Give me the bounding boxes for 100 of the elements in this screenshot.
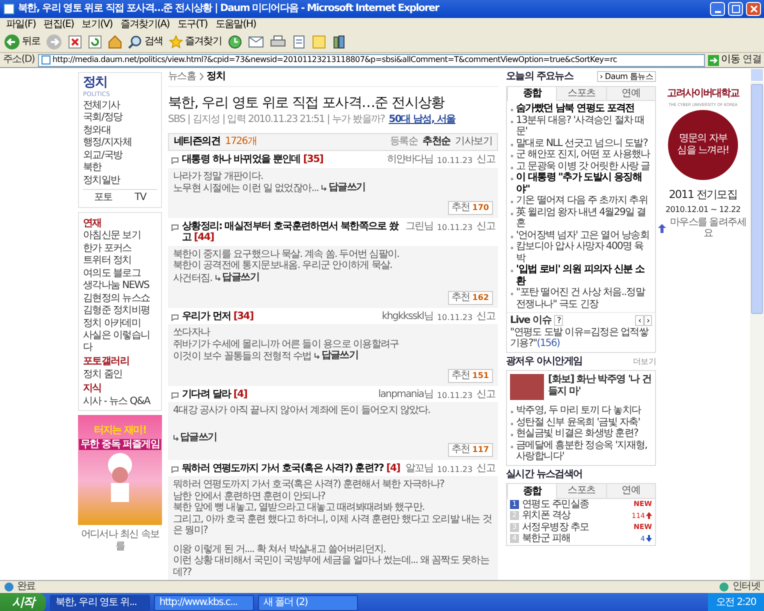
game-ad-banner[interactable]: 터지는 재미! 무한 중독 퍼즐게임 — [78, 415, 162, 526]
series-link[interactable]: 사실은 이렇습니다 — [83, 330, 157, 354]
address-field[interactable]: http://media.daum.net/politics/view.html?&cpid=73&newsid=20101123213118807&p=sbsi&allComment=T&commentViewOption=true&cSortKey=rc — [38, 54, 706, 66]
series-link[interactable]: 정치 아카데미 — [83, 318, 157, 330]
comment-author[interactable]: lanpmania님 — [378, 388, 433, 400]
reply-arrow-icon — [321, 184, 328, 191]
category-link[interactable]: 북한 — [83, 162, 157, 174]
comment-title[interactable]: 상황정리: 매실전부터 호국훈련하면서 북한쪽으로 쐈고 [44] — [182, 220, 402, 244]
reply-link[interactable]: 답글쓰기 — [314, 350, 358, 362]
comment-date: 10.11.23 — [436, 312, 473, 322]
comment-author[interactable]: 히얀바다님 — [386, 154, 433, 166]
menu-item[interactable]: 편집(E) — [44, 18, 74, 30]
article-link[interactable]: 기사보기 — [455, 136, 492, 148]
headline-link[interactable]: 고 문광욱 이병 갓 어릿한 사랑 글 — [510, 160, 652, 172]
back-button[interactable]: 뒤로 — [4, 34, 40, 50]
top-news-button[interactable]: › Daum 톱뉴스 — [596, 71, 656, 82]
comment-author[interactable]: khgkksskl님 — [382, 310, 433, 322]
search-term-link[interactable]: 연평도 주민실종 — [522, 498, 631, 510]
audience-link[interactable]: 50대 남성, 서울 — [388, 114, 456, 126]
series-link[interactable]: 한가 포커스 — [83, 242, 157, 254]
menu-item[interactable]: 도구(T) — [177, 18, 208, 30]
series-link[interactable]: 김형준 정치비평 — [83, 305, 157, 317]
favorites-button[interactable]: 즐겨찾기 — [168, 34, 222, 48]
search-term-link[interactable]: 서정우병장 추모 — [522, 522, 631, 533]
tab[interactable]: 연예 — [606, 86, 655, 101]
report-link[interactable]: 신고 — [476, 462, 495, 474]
help-button[interactable]: ? — [554, 315, 564, 326]
report-link[interactable]: 신고 — [476, 154, 495, 166]
refresh-button[interactable] — [88, 34, 102, 48]
print-button[interactable] — [270, 34, 286, 48]
live-issue-link[interactable]: "연평도 도발 이유=김정은 업적쌓기용?"(156) — [510, 326, 652, 350]
recommend-button[interactable]: 추천 117 — [448, 443, 493, 457]
sort-option[interactable]: 등록순 — [390, 136, 418, 148]
search-button[interactable]: 검색 — [128, 34, 163, 48]
category-link[interactable]: 청와대 — [83, 124, 157, 136]
category-link[interactable]: 행정/지자체 — [83, 137, 157, 149]
go-button[interactable]: 이동 — [708, 54, 740, 66]
tab[interactable]: 스포츠 — [556, 484, 606, 498]
series-link[interactable]: 생각나눔 NEWS — [83, 280, 157, 292]
links-label[interactable]: 연결 — [742, 54, 761, 66]
close-button[interactable] — [746, 2, 761, 16]
category-link[interactable]: 외교/국방 — [83, 150, 157, 162]
menu-item[interactable]: 파일(F) — [6, 18, 36, 30]
series-link[interactable]: 김현정의 뉴스쇼 — [83, 292, 157, 304]
recommend-button[interactable]: 추천 151 — [448, 369, 493, 383]
series-link[interactable]: 트위터 정치 — [83, 255, 157, 267]
comment-author[interactable]: 그린님 — [405, 220, 433, 232]
series-link[interactable]: 정치 줌인 — [83, 368, 157, 380]
tab[interactable]: 스포츠 — [556, 86, 606, 101]
mail-button[interactable] — [248, 36, 264, 48]
research-button[interactable] — [332, 34, 346, 48]
photo-caption[interactable]: [화보] 화난 박주영 '나 건들지 마' — [548, 374, 652, 400]
slogan-badge[interactable]: 명문의 자부심을 느껴라! — [668, 110, 738, 180]
menu-item[interactable]: 보기(V) — [82, 18, 112, 30]
more-link[interactable]: 더보기 — [632, 356, 656, 366]
category-link[interactable]: 전체기사 — [83, 100, 157, 112]
menu-item[interactable]: 도움말(H) — [215, 18, 256, 30]
reply-link[interactable]: 답글쓰기 — [215, 272, 259, 284]
recommend-button[interactable]: 추천 170 — [448, 201, 493, 215]
series-link[interactable]: 아침신문 보기 — [83, 230, 157, 242]
headline-link[interactable]: 군 해안포 진지, 어떤 포 사용했나 — [510, 149, 652, 160]
comment-text: 나라가 정말 개판이다. — [173, 170, 263, 182]
report-link[interactable]: 신고 — [476, 388, 495, 400]
breadcrumb-link[interactable]: 뉴스홈 — [168, 71, 196, 82]
comment-title[interactable]: 대통령 하나 바뀌었을 뿐인데 [35] — [182, 154, 323, 166]
comment-title[interactable]: 기다려 달라 [4] — [182, 388, 248, 400]
comment-text: 뭐하러 연평도까지 가서 호국(혹은 사격?) 훈련해서 북한 자극하나? — [173, 479, 444, 490]
start-button[interactable]: 시작 — [0, 593, 46, 611]
taskbar-button[interactable]: 새 폴더 (2) — [258, 595, 358, 611]
category-link[interactable]: 정치일반 — [83, 174, 157, 186]
sidebar-tab[interactable]: 포토 — [94, 192, 112, 204]
reply-link[interactable]: 답글쓰기 — [173, 432, 217, 444]
stop-button[interactable] — [68, 34, 82, 48]
search-term-link[interactable]: 위치폰 격상 — [522, 510, 629, 522]
category-link[interactable]: 국회/정당 — [83, 112, 157, 124]
search-term-link[interactable]: 북한군 피해 — [522, 533, 638, 544]
series-link[interactable]: 여의도 블로그 — [83, 268, 157, 280]
sidebar-tab[interactable]: TV — [134, 192, 146, 204]
edit-button[interactable] — [292, 34, 306, 48]
report-link[interactable]: 신고 — [476, 310, 495, 322]
series-link[interactable]: 시사 - 뉴스 Q&A — [83, 396, 157, 408]
comment-author[interactable]: 알꼬님 — [405, 462, 433, 474]
recommend-button[interactable]: 추천 162 — [448, 291, 493, 305]
home-button[interactable] — [108, 34, 122, 48]
tab[interactable]: 연예 — [606, 484, 655, 498]
taskbar-button[interactable]: 북한, 우리 영토 위... — [50, 595, 150, 611]
comment-title[interactable]: 뭐하러 연평도까지 가서 호국(혹은 사격?) 훈련?? [4] — [182, 462, 400, 474]
comment-title[interactable]: 우리가 먼저 [34] — [182, 310, 254, 322]
scrollbar[interactable] — [750, 68, 764, 580]
taskbar-button[interactable]: http://www.kbs.c... — [154, 595, 254, 611]
maximize-button[interactable] — [728, 2, 743, 16]
report-link[interactable]: 신고 — [476, 220, 495, 232]
minimize-button[interactable] — [710, 2, 725, 16]
breadcrumb-link[interactable]: 정치 — [206, 71, 226, 82]
history-button[interactable] — [228, 34, 242, 48]
comments-label: 네티즌의견 — [174, 136, 220, 148]
menu-item[interactable]: 즐겨찾기(A) — [120, 18, 170, 30]
sort-option[interactable]: 추천순 — [422, 136, 450, 148]
previous-button[interactable]: ‹ — [635, 315, 644, 326]
reply-link[interactable]: 답글쓰기 — [321, 182, 366, 194]
